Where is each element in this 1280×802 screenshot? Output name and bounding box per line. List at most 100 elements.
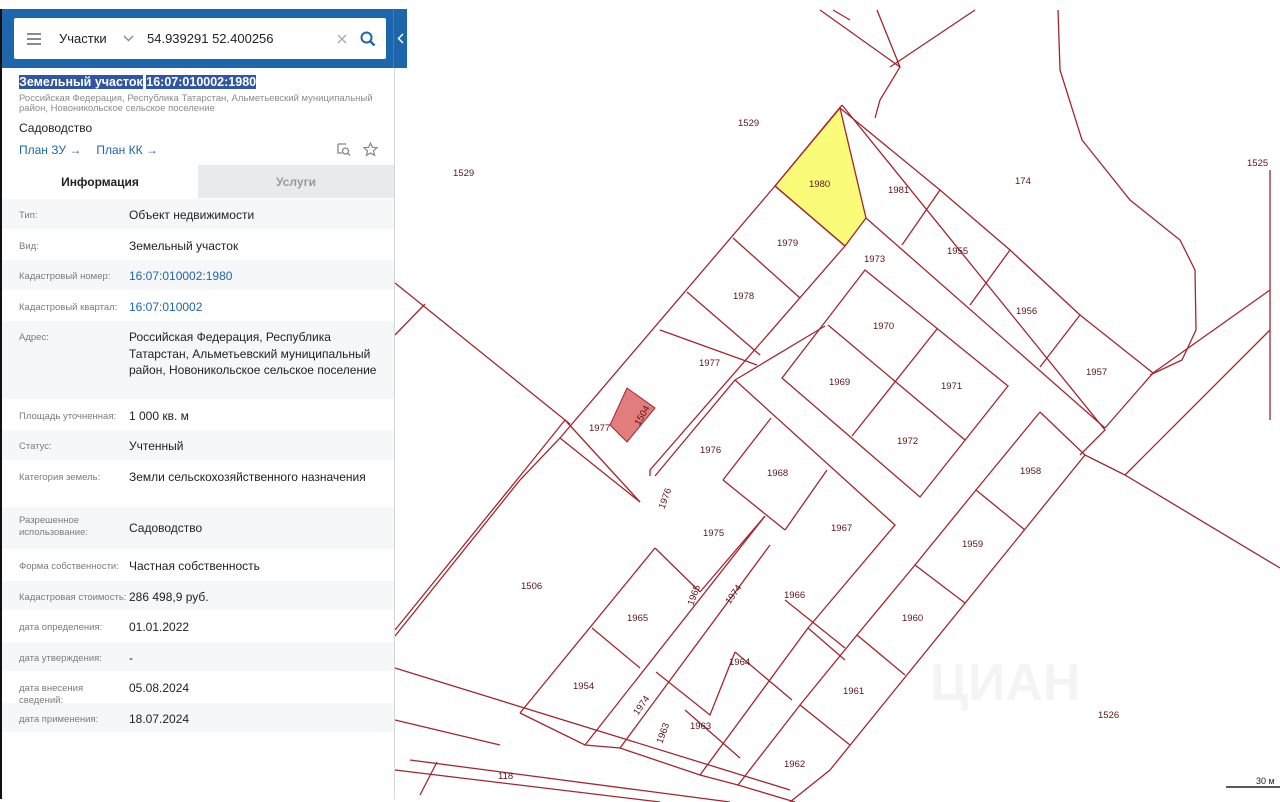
map-label: 1525 xyxy=(1247,158,1268,169)
map-label: 1975 xyxy=(703,528,724,539)
info-panel: Участки Земельный участок 16:07:010002:1… xyxy=(0,9,395,799)
object-cadastral-number: 16:07:010002:1980 xyxy=(146,75,257,89)
map-label: 1972 xyxy=(897,436,918,447)
property-key: Кадастровый номер: xyxy=(19,271,111,282)
map-label: 1961 xyxy=(843,686,864,697)
property-list: Тип: Объект недвижимости Вид: Земельный уч… xyxy=(2,198,394,732)
map-label: 1964 xyxy=(729,657,750,668)
menu-icon[interactable] xyxy=(27,30,41,48)
cadastral-number-link[interactable]: 16:07:010002:1980 xyxy=(129,260,394,290)
map-label: 1969 xyxy=(829,377,850,388)
map-label: 1976 xyxy=(700,445,721,456)
property-value: Земли сельскохозяйственного назначения xyxy=(129,470,366,484)
property-row: дата утверждения: - xyxy=(2,641,394,671)
watermark: ЦИАН xyxy=(930,654,1080,712)
property-key: Площадь уточненная: xyxy=(19,411,117,422)
property-key: Категория земель: xyxy=(19,472,101,483)
map-label: 1963 xyxy=(655,722,673,746)
property-value: Российская Федерация, Республика Татарст… xyxy=(129,330,377,377)
cadastral-quarter-link[interactable]: 16:07:010002 xyxy=(129,291,394,320)
property-value: 18.07.2024 xyxy=(129,712,190,726)
map-label: 1506 xyxy=(521,581,542,592)
star-icon[interactable] xyxy=(362,141,379,162)
plan-kk-link[interactable]: План КК → xyxy=(96,143,158,157)
tab-information[interactable]: Информация xyxy=(2,165,198,198)
property-key: дата внесения сведений: xyxy=(19,683,84,706)
search-type-select[interactable]: Участки xyxy=(59,31,123,46)
chevron-left-icon xyxy=(397,33,404,44)
map-label: 1529 xyxy=(453,168,474,179)
property-value: 05.08.2024 xyxy=(129,681,190,695)
scale-label: 30 м xyxy=(1256,776,1275,786)
property-row: Тип: Объект недвижимости xyxy=(2,198,394,229)
map-label: 1978 xyxy=(733,291,754,302)
property-value: 286 498,9 руб. xyxy=(129,590,209,604)
map-label: 118 xyxy=(498,771,513,782)
tab-services[interactable]: Услуги xyxy=(198,165,394,198)
map-label: 1973 xyxy=(864,254,885,265)
map-label: 1977 xyxy=(699,358,720,369)
map-label: 1979 xyxy=(777,238,798,249)
chevron-down-icon[interactable] xyxy=(123,35,137,42)
property-key: дата определения: xyxy=(19,622,103,633)
search-input[interactable] xyxy=(147,31,332,46)
map-label: 1529 xyxy=(738,118,759,129)
map-label: 1955 xyxy=(947,246,968,257)
property-key: Статус: xyxy=(19,441,52,452)
object-header: Земельный участок 16:07:010002:1980 Росс… xyxy=(2,68,394,165)
scale-bar: 30 м xyxy=(1226,776,1280,788)
property-key: Вид: xyxy=(19,241,39,252)
search-bar: Участки xyxy=(2,9,394,68)
property-value: Частная собственность xyxy=(129,559,260,573)
property-value: Учтенный xyxy=(129,439,184,453)
object-title: Земельный участок 16:07:010002:1980 xyxy=(19,74,377,90)
property-row: Кадастровый квартал: 16:07:010002 xyxy=(2,290,394,320)
tabs: Информация Услуги xyxy=(2,165,394,198)
map-label: 1956 xyxy=(1016,306,1037,317)
map-label: 1957 xyxy=(1086,367,1107,378)
property-row: дата внесения сведений: 05.08.2024 xyxy=(2,671,394,706)
map-label: 1958 xyxy=(1020,466,1041,477)
map-label: 174 xyxy=(1015,176,1031,187)
property-key: Форма собственности: xyxy=(19,561,119,572)
collapse-panel-button[interactable] xyxy=(393,9,407,68)
search-icon[interactable] xyxy=(358,29,378,49)
close-icon[interactable] xyxy=(334,31,350,47)
zoom-to-object-icon[interactable] xyxy=(336,142,351,162)
map-label: 1974 xyxy=(631,694,652,718)
property-value: 01.01.2022 xyxy=(129,620,190,634)
property-key: Разрешенное использование: xyxy=(19,515,89,538)
map-label: 1980 xyxy=(809,179,830,190)
property-row: Адрес: Российская Федерация, Республика Т… xyxy=(2,320,394,399)
map-label: 1970 xyxy=(873,321,894,332)
property-key: Адрес: xyxy=(19,332,49,343)
property-row: дата применения: 18.07.2024 xyxy=(2,702,394,732)
map-label: 1971 xyxy=(941,381,962,392)
property-key: дата утверждения: xyxy=(19,653,102,664)
map-label: 1966 xyxy=(784,590,805,601)
map-label: 1968 xyxy=(767,468,788,479)
property-row: Площадь уточненная: 1 000 кв. м xyxy=(2,399,394,429)
property-key: Тип: xyxy=(19,210,38,221)
map-label: 1959 xyxy=(962,539,983,550)
map-label: 1981 xyxy=(888,185,909,196)
property-key: дата применения: xyxy=(19,714,99,725)
map-label: 1954 xyxy=(573,681,594,692)
map-label: 1965 xyxy=(686,584,704,608)
property-row: Форма собственности: Частная собственност… xyxy=(2,549,394,580)
object-address: Российская Федерация, Республика Татарст… xyxy=(19,93,373,114)
property-value: 1 000 кв. м xyxy=(129,409,189,423)
map-label: 1963 xyxy=(690,721,711,732)
property-value: Земельный участок xyxy=(129,239,239,253)
property-row: Кадастровый номер: 16:07:010002:1980 xyxy=(2,259,394,290)
property-key: Кадастровая стоимость: xyxy=(19,592,127,603)
search-box: Участки xyxy=(14,18,386,59)
map-label: 1967 xyxy=(831,523,852,534)
object-type: Земельный участок xyxy=(19,75,143,89)
map-label: 1974 xyxy=(723,583,744,607)
plan-zu-link[interactable]: План ЗУ → xyxy=(19,143,81,157)
map-label: 1962 xyxy=(784,759,805,770)
property-row: Кадастровая стоимость: 286 498,9 руб. xyxy=(2,580,394,610)
map-label: 1976 xyxy=(657,487,675,511)
property-key: Кадастровый квартал: xyxy=(19,302,118,313)
